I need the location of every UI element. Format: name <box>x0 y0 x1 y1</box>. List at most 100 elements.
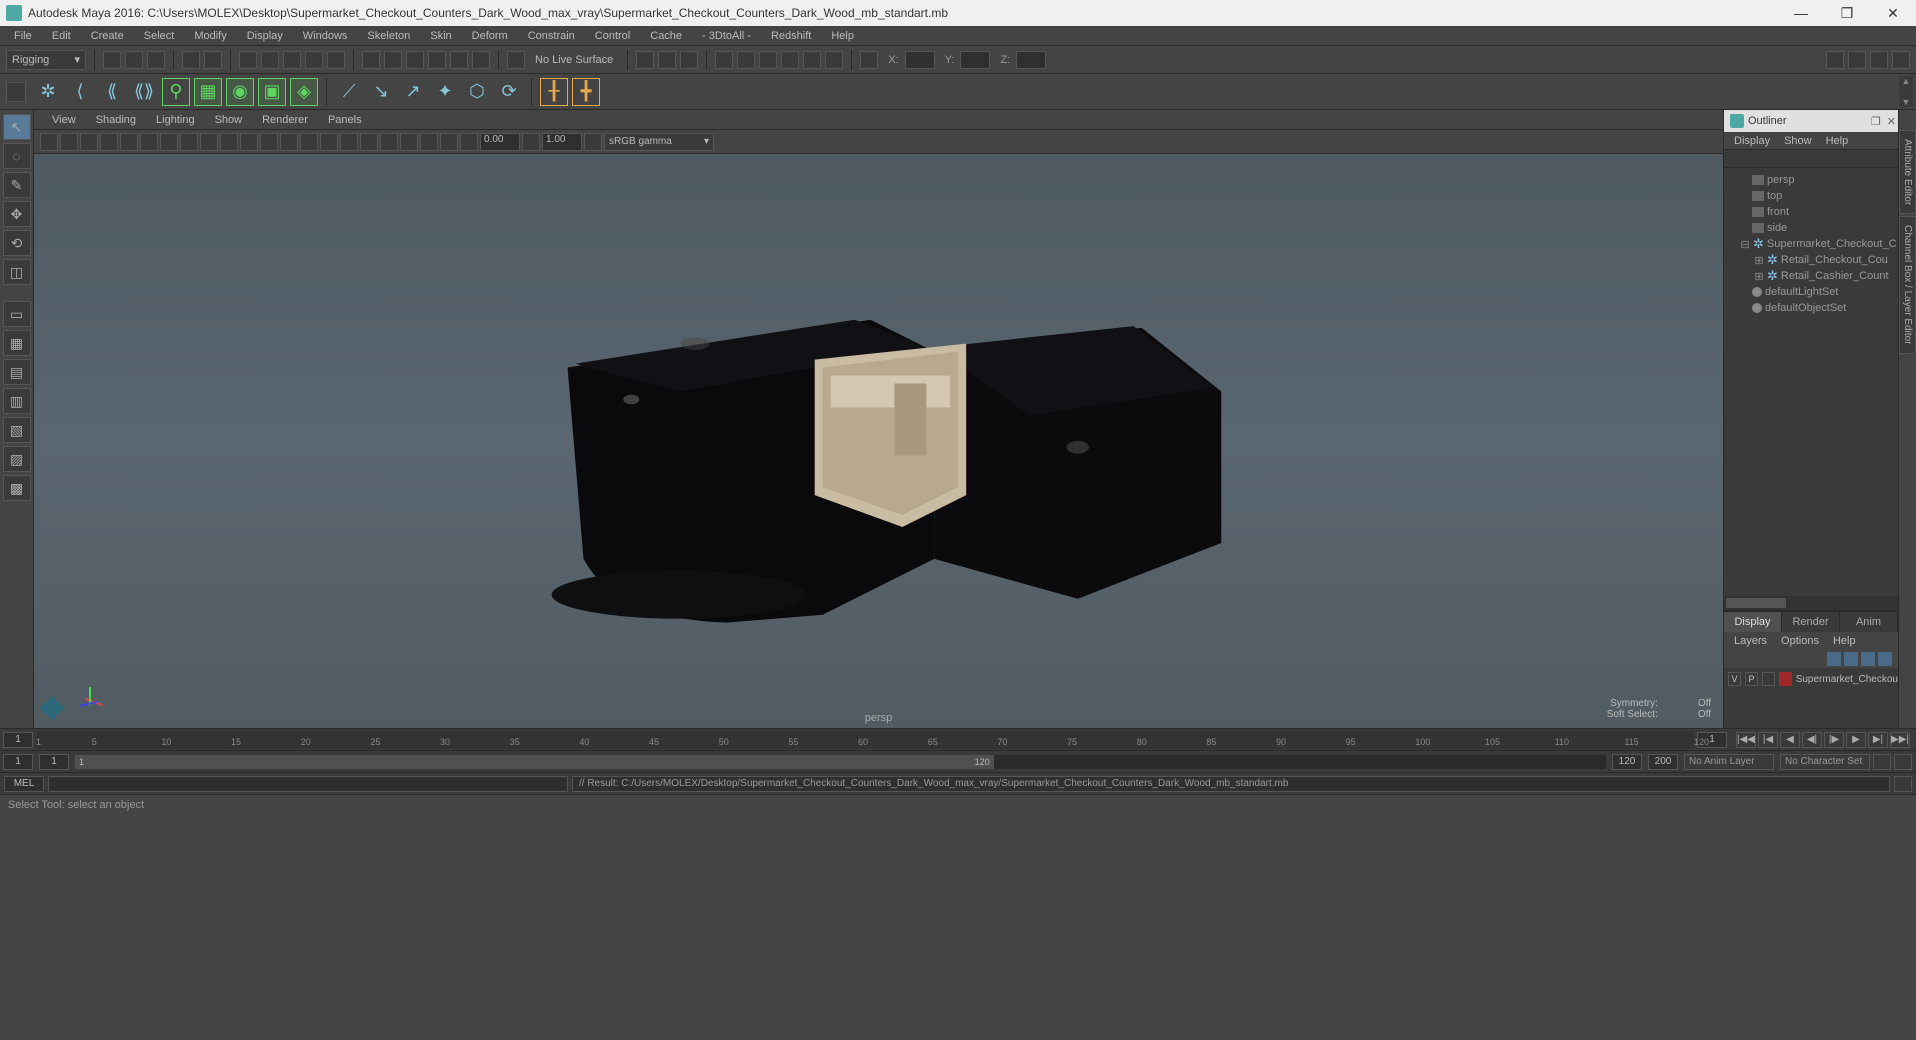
outliner-cam-side[interactable]: side <box>1724 220 1898 236</box>
vp-xray-icon[interactable] <box>380 133 398 151</box>
playback-prevkey-button[interactable]: |◀ <box>1758 732 1778 748</box>
vp-menu-shading[interactable]: Shading <box>88 112 144 128</box>
shelf-box-icon[interactable]: ▦ <box>194 78 222 106</box>
snap-projected-button[interactable] <box>428 51 446 69</box>
menu-skin[interactable]: Skin <box>422 28 459 44</box>
range-prefs-icon[interactable] <box>1894 754 1912 770</box>
undo-button[interactable] <box>182 51 200 69</box>
outliner-menu-help[interactable]: Help <box>1820 134 1855 148</box>
vp-menu-view[interactable]: View <box>44 112 84 128</box>
vp-far-bracket-icon[interactable] <box>522 133 540 151</box>
shelf-cluster-icon[interactable]: ✦ <box>431 78 459 106</box>
menu-constrain[interactable]: Constrain <box>520 28 583 44</box>
tab-attribute-editor[interactable]: Attribute Editor <box>1899 130 1916 214</box>
outliner-tree[interactable]: persp top front side ⊟✲Supermarket_Check… <box>1724 168 1898 596</box>
layout-single-button[interactable]: ▭ <box>3 301 31 327</box>
vp-smooth-icon[interactable] <box>240 133 258 151</box>
snap-point-button[interactable] <box>406 51 424 69</box>
outliner-cam-persp[interactable]: persp <box>1724 172 1898 188</box>
paint-select-tool[interactable]: ✎ <box>3 172 31 198</box>
range-autokey-icon[interactable] <box>1873 754 1891 770</box>
menu-3dtoall[interactable]: - 3DtoAll - <box>694 28 759 44</box>
menu-redshift[interactable]: Redshift <box>763 28 819 44</box>
shelf-cylinder-icon[interactable]: ▣ <box>258 78 286 106</box>
layer-move-up-icon[interactable] <box>1827 652 1841 666</box>
menuset-combo[interactable]: Rigging▾ <box>6 50 86 70</box>
save-scene-button[interactable] <box>147 51 165 69</box>
shelf-skeleton-icon[interactable]: ⚲ <box>162 78 190 106</box>
render-globals-button[interactable] <box>781 51 799 69</box>
snap-grid-button[interactable] <box>362 51 380 69</box>
sidebar-toggle-2[interactable] <box>1848 51 1866 69</box>
vp-film-gate-icon[interactable] <box>160 133 178 151</box>
snap-curve-button[interactable] <box>384 51 402 69</box>
outliner-cam-top[interactable]: top <box>1724 188 1898 204</box>
vp-motion-blur-icon[interactable] <box>340 133 358 151</box>
select-multi-button[interactable] <box>327 51 345 69</box>
menu-deform[interactable]: Deform <box>464 28 516 44</box>
vp-xray-joint-icon[interactable] <box>400 133 418 151</box>
output-connections-button[interactable] <box>680 51 698 69</box>
vp-gamma-combo[interactable]: sRGB gamma▾ <box>604 133 714 151</box>
shelf-wrap-icon[interactable]: ⟳ <box>495 78 523 106</box>
outliner-menu-display[interactable]: Display <box>1728 134 1776 148</box>
script-editor-button[interactable] <box>1894 776 1912 792</box>
vp-resolution-icon[interactable] <box>180 133 198 151</box>
menu-edit[interactable]: Edit <box>44 28 79 44</box>
expand-icon[interactable]: ⊟ <box>1740 238 1750 251</box>
vp-shadows-icon[interactable] <box>300 133 318 151</box>
layer-new-empty-icon[interactable] <box>1861 652 1875 666</box>
layer-tab-anim[interactable]: Anim <box>1840 612 1898 632</box>
layout-graph-button[interactable]: ▧ <box>3 417 31 443</box>
range-outer-end[interactable]: 200 <box>1648 754 1678 770</box>
vp-near-bracket-icon[interactable] <box>460 133 478 151</box>
outliner-cam-front[interactable]: front <box>1724 204 1898 220</box>
playback-playback-button[interactable]: ◀| <box>1802 732 1822 748</box>
vp-menu-panels[interactable]: Panels <box>320 112 370 128</box>
outliner-titlebar[interactable]: Outliner ❐✕ <box>1724 110 1898 132</box>
vp-cm-icon[interactable] <box>584 133 602 151</box>
rotate-tool[interactable]: ⟲ <box>3 230 31 256</box>
vp-grid-icon[interactable] <box>140 133 158 151</box>
sidebar-toggle-1[interactable] <box>1826 51 1844 69</box>
menu-file[interactable]: File <box>6 28 40 44</box>
menu-modify[interactable]: Modify <box>186 28 234 44</box>
select-uv-button[interactable] <box>305 51 323 69</box>
layer-menu-options[interactable]: Options <box>1775 634 1825 648</box>
layer-playback-toggle[interactable]: P <box>1745 672 1758 686</box>
layout-hyper-button[interactable]: ▨ <box>3 446 31 472</box>
playback-stepfwd-button[interactable]: ▶ <box>1846 732 1866 748</box>
render-frame-button[interactable] <box>715 51 733 69</box>
expand-icon[interactable]: ⊞ <box>1754 254 1764 267</box>
playback-start-button[interactable]: |◀◀ <box>1736 732 1756 748</box>
outliner-node-retail-checkout[interactable]: ⊞✲Retail_Checkout_Cou <box>1724 252 1898 268</box>
coord-y-field[interactable] <box>960 51 990 69</box>
new-scene-button[interactable] <box>103 51 121 69</box>
move-tool[interactable]: ✥ <box>3 201 31 227</box>
layout-outliner-button[interactable]: ▤ <box>3 359 31 385</box>
outliner-hscrollbar[interactable] <box>1724 596 1898 610</box>
construction-history-button[interactable] <box>636 51 654 69</box>
anim-layer-combo[interactable]: No Anim Layer <box>1684 754 1774 770</box>
vp-menu-show[interactable]: Show <box>207 112 251 128</box>
range-inner-start[interactable]: 1 <box>39 754 69 770</box>
layer-tab-display[interactable]: Display <box>1724 612 1782 632</box>
snap-live-button[interactable] <box>472 51 490 69</box>
scale-tool[interactable]: ◫ <box>3 259 31 285</box>
outliner-search-bar[interactable] <box>1724 150 1898 168</box>
menu-help[interactable]: Help <box>823 28 862 44</box>
outliner-default-object-set[interactable]: defaultObjectSet <box>1724 300 1898 316</box>
layer-visibility-toggle[interactable]: V <box>1728 672 1741 686</box>
layer-name[interactable]: Supermarket_Checkou <box>1796 674 1898 685</box>
vp-bookmark-icon[interactable] <box>60 133 78 151</box>
character-set-combo[interactable]: No Character Set <box>1780 754 1870 770</box>
layer-row[interactable]: V P Supermarket_Checkou <box>1724 671 1898 687</box>
ipr-button[interactable] <box>737 51 755 69</box>
coord-z-field[interactable] <box>1016 51 1046 69</box>
snap-plane-button[interactable] <box>450 51 468 69</box>
playback-stepback-button[interactable]: ◀ <box>1780 732 1800 748</box>
input-connections-button[interactable] <box>658 51 676 69</box>
menu-skeleton[interactable]: Skeleton <box>359 28 418 44</box>
layout-custom-button[interactable]: ▩ <box>3 475 31 501</box>
outliner-close-button[interactable]: ✕ <box>1887 115 1896 128</box>
